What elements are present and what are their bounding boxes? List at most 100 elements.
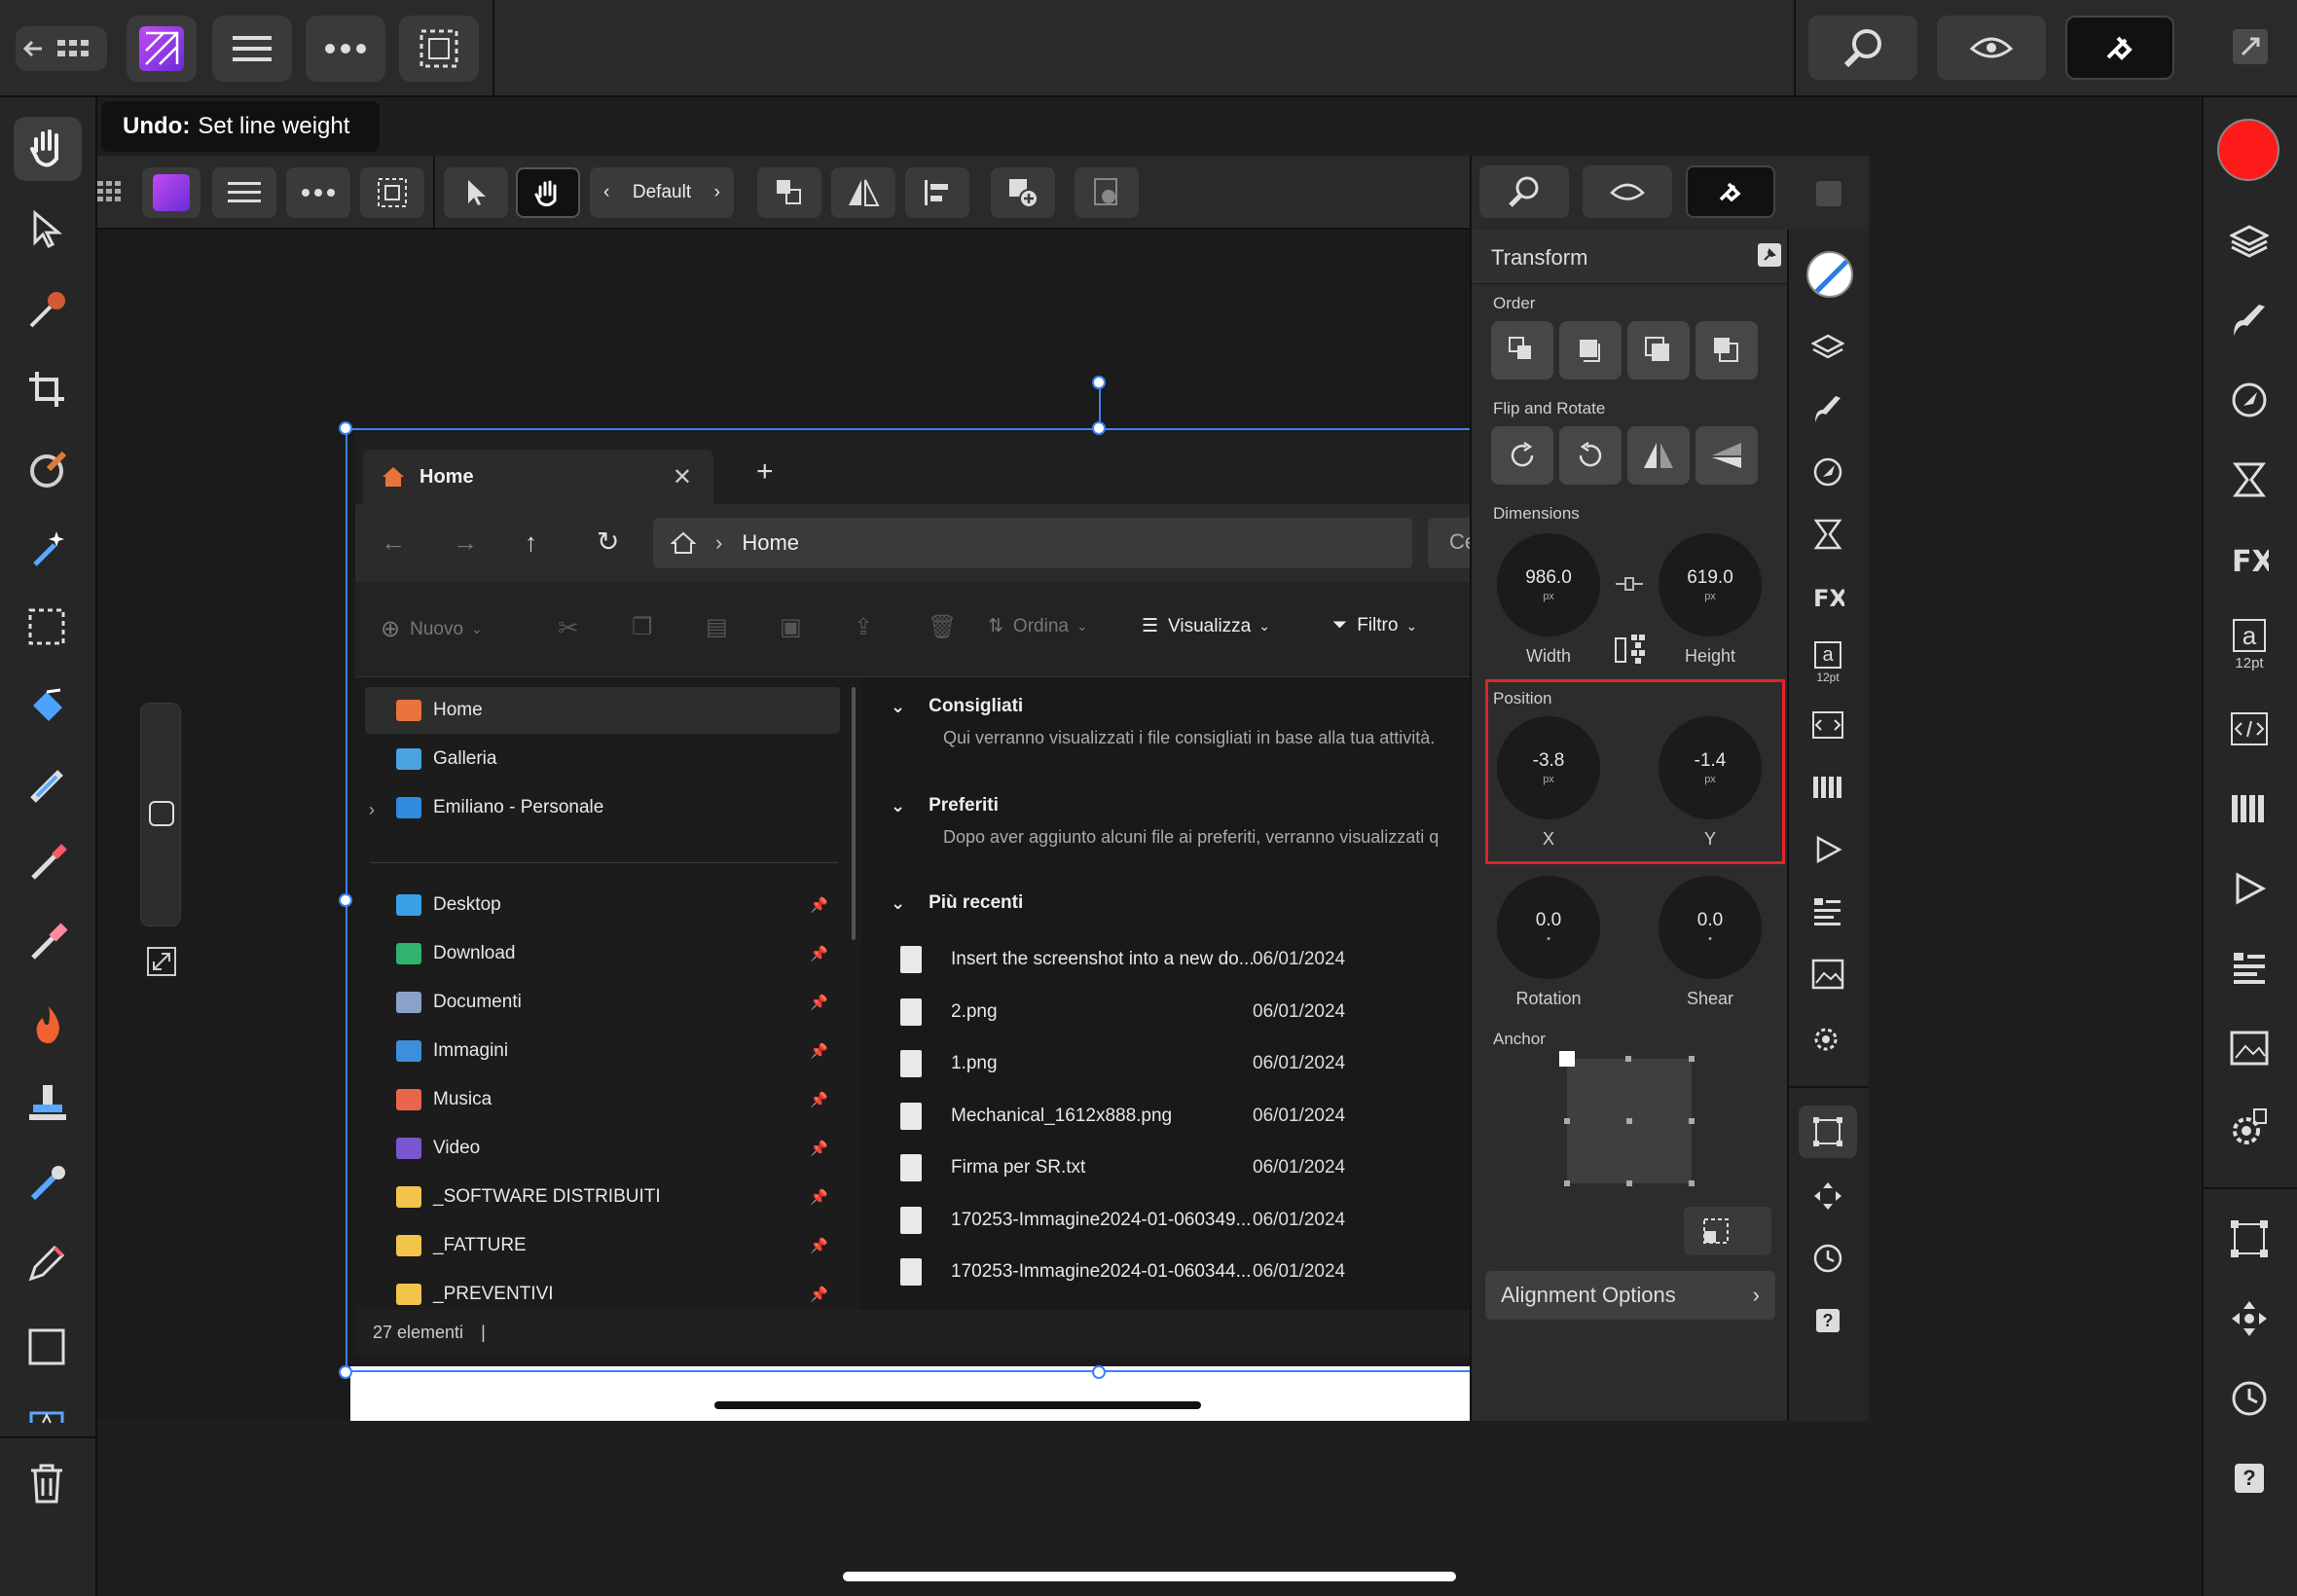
anchor-point-bc[interactable]	[1626, 1180, 1632, 1186]
more-button[interactable]	[306, 16, 385, 82]
help-icon[interactable]: ?	[2217, 1454, 2281, 1503]
burn-tool-icon[interactable]	[29, 1002, 68, 1045]
anchor-point-mr[interactable]	[1689, 1118, 1695, 1124]
view-mode-button[interactable]	[1937, 16, 2046, 80]
anchor-point-br[interactable]	[1689, 1180, 1695, 1186]
canvas-slider[interactable]	[140, 703, 181, 926]
preset-prev-icon[interactable]: ‹	[603, 182, 609, 203]
flip-horizontal-button[interactable]	[1627, 426, 1690, 485]
inner-align-button[interactable]	[905, 167, 969, 218]
fx-icon[interactable]: FX	[2217, 535, 2281, 584]
snapping-button[interactable]	[2065, 16, 2174, 80]
zoom-view-button[interactable]	[1808, 16, 1917, 80]
inner-play-icon[interactable]	[1789, 825, 1867, 874]
inner-settings-button[interactable]	[1075, 167, 1139, 218]
bring-forward-button[interactable]	[1559, 321, 1622, 380]
layers-icon[interactable]	[2217, 216, 2281, 265]
transform-panel-icon[interactable]	[2217, 1215, 2281, 1263]
color-wheel-icon[interactable]	[2217, 376, 2281, 424]
send-to-back-button[interactable]	[1695, 321, 1758, 380]
fill-tool-icon[interactable]	[27, 448, 68, 489]
pen-tool-icon[interactable]	[27, 1242, 68, 1283]
retouch-tool-icon[interactable]	[27, 1163, 68, 1204]
rectangle-tool-icon[interactable]	[27, 1327, 66, 1366]
clone-tool-icon[interactable]	[27, 1083, 68, 1124]
handle-middle-left[interactable]	[339, 893, 352, 907]
send-backward-button[interactable]	[1627, 321, 1690, 380]
stock-images-icon[interactable]	[2217, 1024, 2281, 1072]
alignment-options-button[interactable]: Alignment Options ›	[1485, 1271, 1775, 1320]
inner-selection-button[interactable]	[360, 167, 424, 218]
inner-styles-icon[interactable]	[1789, 888, 1867, 936]
play-icon[interactable]	[2217, 864, 2281, 913]
y-position-dial[interactable]: -1.4 px	[1659, 716, 1762, 819]
move-tool-icon[interactable]	[27, 209, 66, 248]
app-logo-button[interactable]	[127, 16, 197, 82]
back-to-home-button[interactable]	[16, 26, 107, 71]
inner-flip-button[interactable]	[831, 167, 895, 218]
history-icon[interactable]	[2217, 1374, 2281, 1423]
inner-history-icon[interactable]	[1789, 1234, 1867, 1283]
x-position-dial[interactable]: -3.8 px	[1497, 716, 1600, 819]
inner-brushes-icon[interactable]	[1789, 385, 1867, 434]
inner-view-mode-button[interactable]	[1583, 165, 1672, 218]
anchor-point-tr[interactable]	[1689, 1056, 1695, 1062]
paint-brush-tool-icon[interactable]	[27, 843, 68, 884]
slider-thumb[interactable]	[149, 801, 174, 826]
inner-menu-button[interactable]	[212, 167, 276, 218]
anchor-point-bl[interactable]	[1564, 1180, 1570, 1186]
inner-help-icon[interactable]: ?	[1789, 1296, 1867, 1345]
rotation-handle[interactable]	[1092, 376, 1106, 389]
brushes-icon[interactable]	[2217, 296, 2281, 345]
code-icon[interactable]	[2217, 705, 2281, 753]
rotate-clockwise-button[interactable]	[1491, 426, 1553, 485]
inner-zoom-button[interactable]	[1479, 165, 1569, 218]
handle-bottom-center[interactable]	[1092, 1365, 1106, 1379]
inner-color-icon[interactable]	[1789, 448, 1867, 496]
inner-more-button[interactable]	[286, 167, 350, 218]
selection-mode-button[interactable]	[399, 16, 479, 82]
inner-snapping-button[interactable]	[1686, 165, 1775, 218]
expand-window-icon[interactable]	[2233, 29, 2268, 64]
inner-expand-icon[interactable]	[1816, 181, 1841, 206]
link-aspect-icon[interactable]	[1614, 574, 1645, 594]
anchor-point-ml[interactable]	[1564, 1118, 1570, 1124]
rotation-dial[interactable]: 0.0 •	[1497, 876, 1600, 979]
inner-add-button[interactable]	[991, 167, 1055, 218]
handle-top-center[interactable]	[1092, 421, 1106, 435]
preset-next-icon[interactable]: ›	[714, 182, 720, 203]
bring-to-front-button[interactable]	[1491, 321, 1553, 380]
crop-tool-icon[interactable]	[27, 370, 66, 409]
swatches-icon[interactable]	[2217, 784, 2281, 833]
paint-bucket-tool-icon[interactable]	[27, 686, 68, 727]
canvas-resize-icon[interactable]	[146, 946, 177, 977]
transform-origin-button[interactable]	[1684, 1207, 1771, 1255]
inner-arrange-button[interactable]	[757, 167, 821, 218]
inner-doc-settings-icon[interactable]	[1789, 1012, 1867, 1061]
menu-button[interactable]	[212, 16, 292, 82]
rectangle-marquee-tool-icon[interactable]	[27, 607, 66, 646]
navigator-icon[interactable]	[2217, 1294, 2281, 1343]
anchor-point-c[interactable]	[1626, 1118, 1632, 1124]
vector-brush-tool-icon[interactable]	[27, 765, 68, 806]
document-settings-icon[interactable]	[2217, 1104, 2281, 1152]
styles-icon[interactable]	[2217, 944, 2281, 993]
inner-app-logo-button[interactable]	[142, 167, 201, 218]
inner-gesture-button[interactable]	[516, 167, 580, 218]
inner-character-icon[interactable]: a 12pt	[1789, 631, 1867, 695]
inner-layers-icon[interactable]	[1789, 323, 1867, 372]
inner-code-icon[interactable]	[1789, 701, 1867, 749]
inner-grid-icon[interactable]	[97, 179, 121, 204]
view-tool-button[interactable]	[14, 117, 82, 181]
anchor-grid[interactable]	[1559, 1051, 1695, 1186]
inner-transform-panel-button[interactable]	[1799, 1106, 1857, 1158]
color-picker-tool-icon[interactable]	[27, 289, 68, 330]
handle-top-left[interactable]	[339, 421, 352, 435]
smart-selection-tool-icon[interactable]	[27, 527, 68, 568]
delete-icon[interactable]	[29, 1463, 64, 1504]
handle-bottom-left[interactable]	[339, 1365, 352, 1379]
shear-dial[interactable]: 0.0 •	[1659, 876, 1762, 979]
scale-objects-icon[interactable]	[1614, 633, 1647, 666]
pin-panel-icon[interactable]	[1758, 243, 1781, 267]
character-icon[interactable]: a 12pt	[2217, 609, 2281, 681]
